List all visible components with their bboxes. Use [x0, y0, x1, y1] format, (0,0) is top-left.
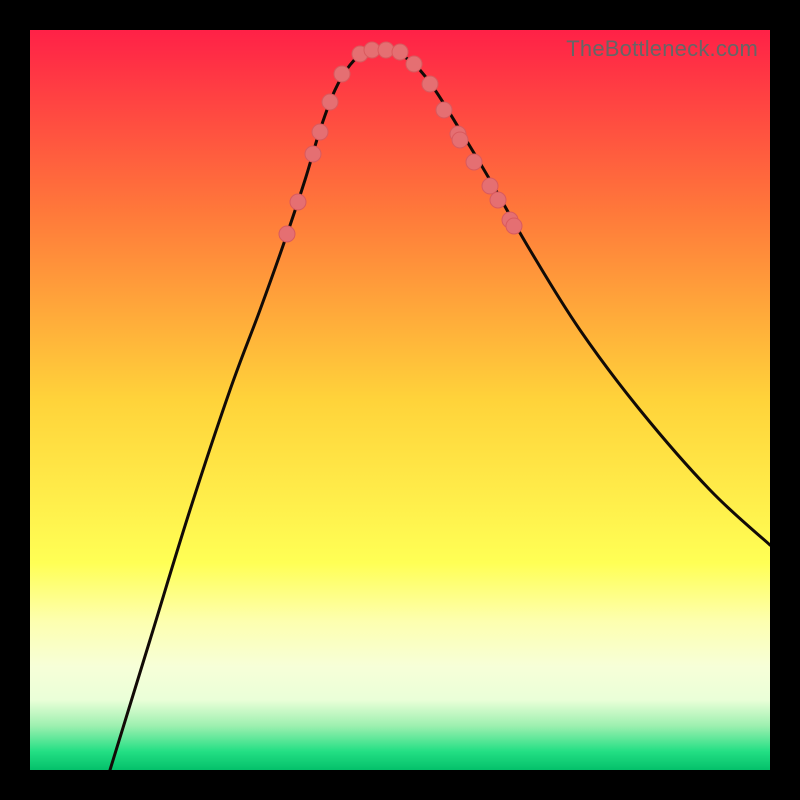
- sample-point: [305, 146, 321, 162]
- sample-point: [279, 226, 295, 242]
- sample-point: [290, 194, 306, 210]
- sample-point: [436, 102, 452, 118]
- sample-point: [466, 154, 482, 170]
- sample-point: [422, 76, 438, 92]
- bottleneck-curve: [110, 50, 770, 770]
- sample-point: [378, 42, 394, 58]
- curve-layer: [30, 30, 770, 770]
- sample-point: [334, 66, 350, 82]
- sample-point: [322, 94, 338, 110]
- sample-point: [482, 178, 498, 194]
- chart-frame: TheBottleneck.com: [0, 0, 800, 800]
- sample-point: [490, 192, 506, 208]
- sample-point: [392, 44, 408, 60]
- sample-point: [312, 124, 328, 140]
- watermark-text: TheBottleneck.com: [566, 36, 758, 62]
- sample-point: [452, 132, 468, 148]
- sample-point: [506, 218, 522, 234]
- plot-area: TheBottleneck.com: [30, 30, 770, 770]
- sample-point: [406, 56, 422, 72]
